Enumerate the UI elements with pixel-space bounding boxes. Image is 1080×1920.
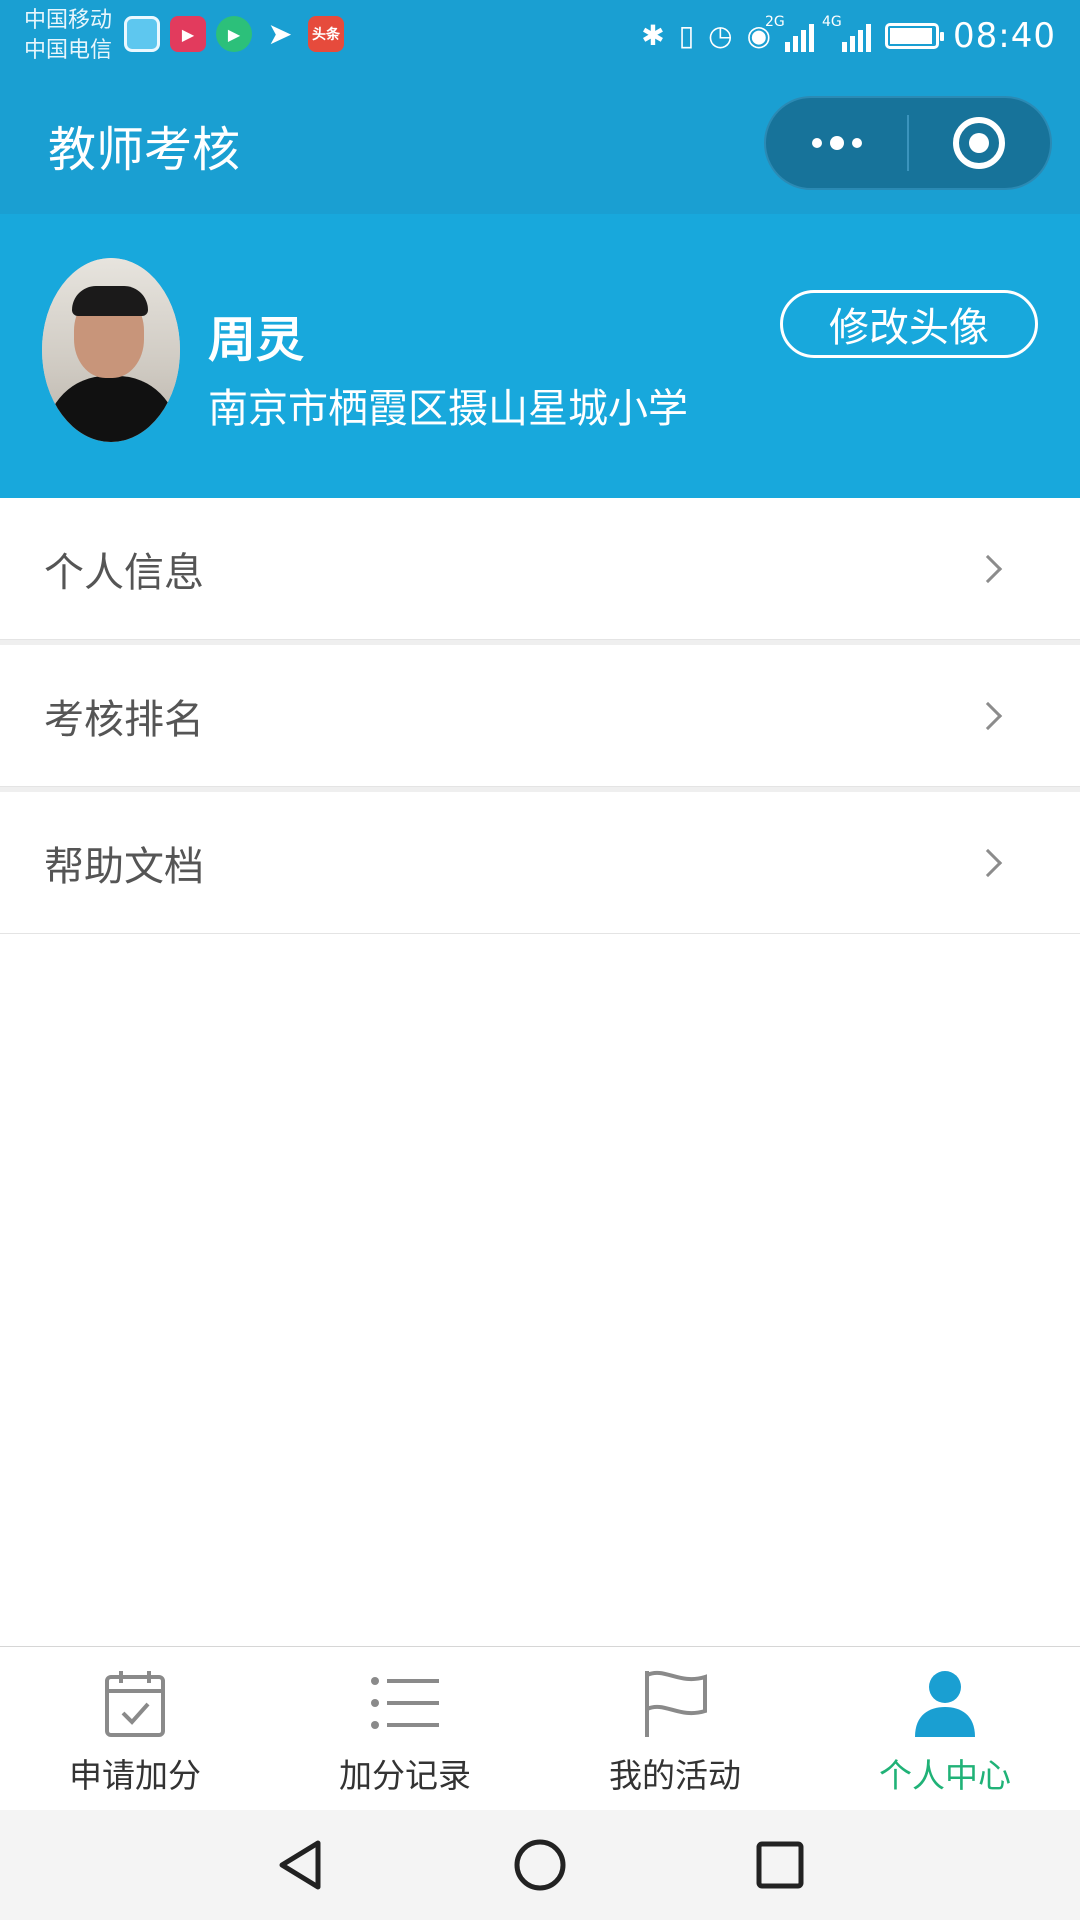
- tab-apply-points[interactable]: 申请加分: [0, 1647, 270, 1810]
- chevron-right-icon: [973, 701, 1003, 730]
- person-icon: [915, 1671, 975, 1737]
- menu-item-help-docs[interactable]: 帮助文档: [0, 787, 1080, 934]
- profile-header: 周灵 南京市栖霞区摄山星城小学 修改头像: [0, 214, 1080, 498]
- battery-icon: [885, 23, 945, 49]
- user-school: 南京市栖霞区摄山星城小学: [208, 386, 688, 432]
- qq-browser-icon: [124, 16, 160, 52]
- carrier-info: 中国移动 中国电信: [24, 6, 112, 66]
- tab-label: 申请加分: [69, 1756, 201, 1795]
- avatar: [42, 258, 180, 442]
- dot: [811, 138, 822, 148]
- home-button[interactable]: [420, 1810, 660, 1920]
- calendar-check-icon: [105, 1671, 165, 1737]
- bluetooth-icon: ✱: [641, 19, 665, 52]
- list-icon: [371, 1677, 439, 1729]
- tab-personal-center[interactable]: 个人中心: [810, 1647, 1080, 1810]
- menu-item-personal-info[interactable]: 个人信息: [0, 498, 1080, 640]
- miniprogram-capsule: [764, 96, 1052, 190]
- network-type-1: 2G: [765, 14, 785, 30]
- menu-item-label: 个人信息: [44, 549, 204, 596]
- close-target-icon: [953, 117, 1006, 169]
- network-type-2: 4G: [822, 14, 842, 30]
- flag-icon: [645, 1670, 707, 1737]
- iqiyi-icon: ▶: [216, 16, 252, 52]
- toutiao-icon: 头条: [308, 16, 344, 52]
- signal-4g-icon: 4G: [822, 14, 872, 52]
- dot: [851, 138, 862, 148]
- change-avatar-button[interactable]: 修改头像: [780, 290, 1038, 358]
- chevron-right-icon: [973, 848, 1003, 877]
- top-bar: 中国移动 中国电信 ▶ ▶ ➤ 头条 ✱ ▯ ◷ ◉ 2G 4G 08:40 教…: [0, 0, 1080, 214]
- user-name: 周灵: [208, 312, 305, 368]
- page-title: 教师考核: [48, 122, 241, 178]
- notification-icons: ▶ ▶ ➤ 头条: [124, 16, 344, 52]
- carrier-1: 中国移动: [24, 8, 113, 33]
- system-nav-bar: [0, 1810, 1080, 1920]
- tab-label: 我的活动: [609, 1756, 741, 1795]
- video-app-icon: ▶: [170, 16, 206, 52]
- back-button[interactable]: [180, 1810, 420, 1920]
- carrier-2: 中国电信: [24, 38, 113, 63]
- tab-label: 加分记录: [339, 1756, 471, 1795]
- vibrate-icon: ▯: [678, 19, 695, 52]
- recents-button[interactable]: [660, 1810, 900, 1920]
- chevron-right-icon: [973, 554, 1003, 583]
- menu-item-label: 帮助文档: [44, 843, 204, 890]
- more-button[interactable]: [766, 98, 907, 188]
- recents-square-icon: [756, 1841, 804, 1889]
- back-triangle-icon: [279, 1840, 321, 1890]
- status-bar: 中国移动 中国电信 ▶ ▶ ➤ 头条 ✱ ▯ ◷ ◉ 2G 4G 08:40: [0, 0, 1080, 72]
- dot: [829, 136, 844, 150]
- alarm-icon: ◷: [708, 19, 733, 52]
- menu-list: 个人信息 考核排名 帮助文档: [0, 498, 1080, 934]
- clock: 08:40: [953, 16, 1056, 56]
- menu-item-label: 考核排名: [44, 696, 204, 743]
- home-circle-icon: [514, 1839, 566, 1891]
- tab-label: 个人中心: [879, 1756, 1011, 1795]
- dingtalk-icon: ➤: [267, 16, 293, 52]
- status-indicators: ✱ ▯ ◷ ◉ 2G 4G 08:40: [641, 12, 1056, 60]
- bottom-tab-bar: 申请加分 加分记录 我的活动 个人中心: [0, 1646, 1080, 1810]
- menu-item-ranking[interactable]: 考核排名: [0, 640, 1080, 787]
- close-button[interactable]: [909, 98, 1050, 188]
- tab-points-record[interactable]: 加分记录: [270, 1647, 540, 1810]
- signal-2g-icon: 2G: [765, 14, 815, 52]
- tab-my-activities[interactable]: 我的活动: [540, 1647, 810, 1810]
